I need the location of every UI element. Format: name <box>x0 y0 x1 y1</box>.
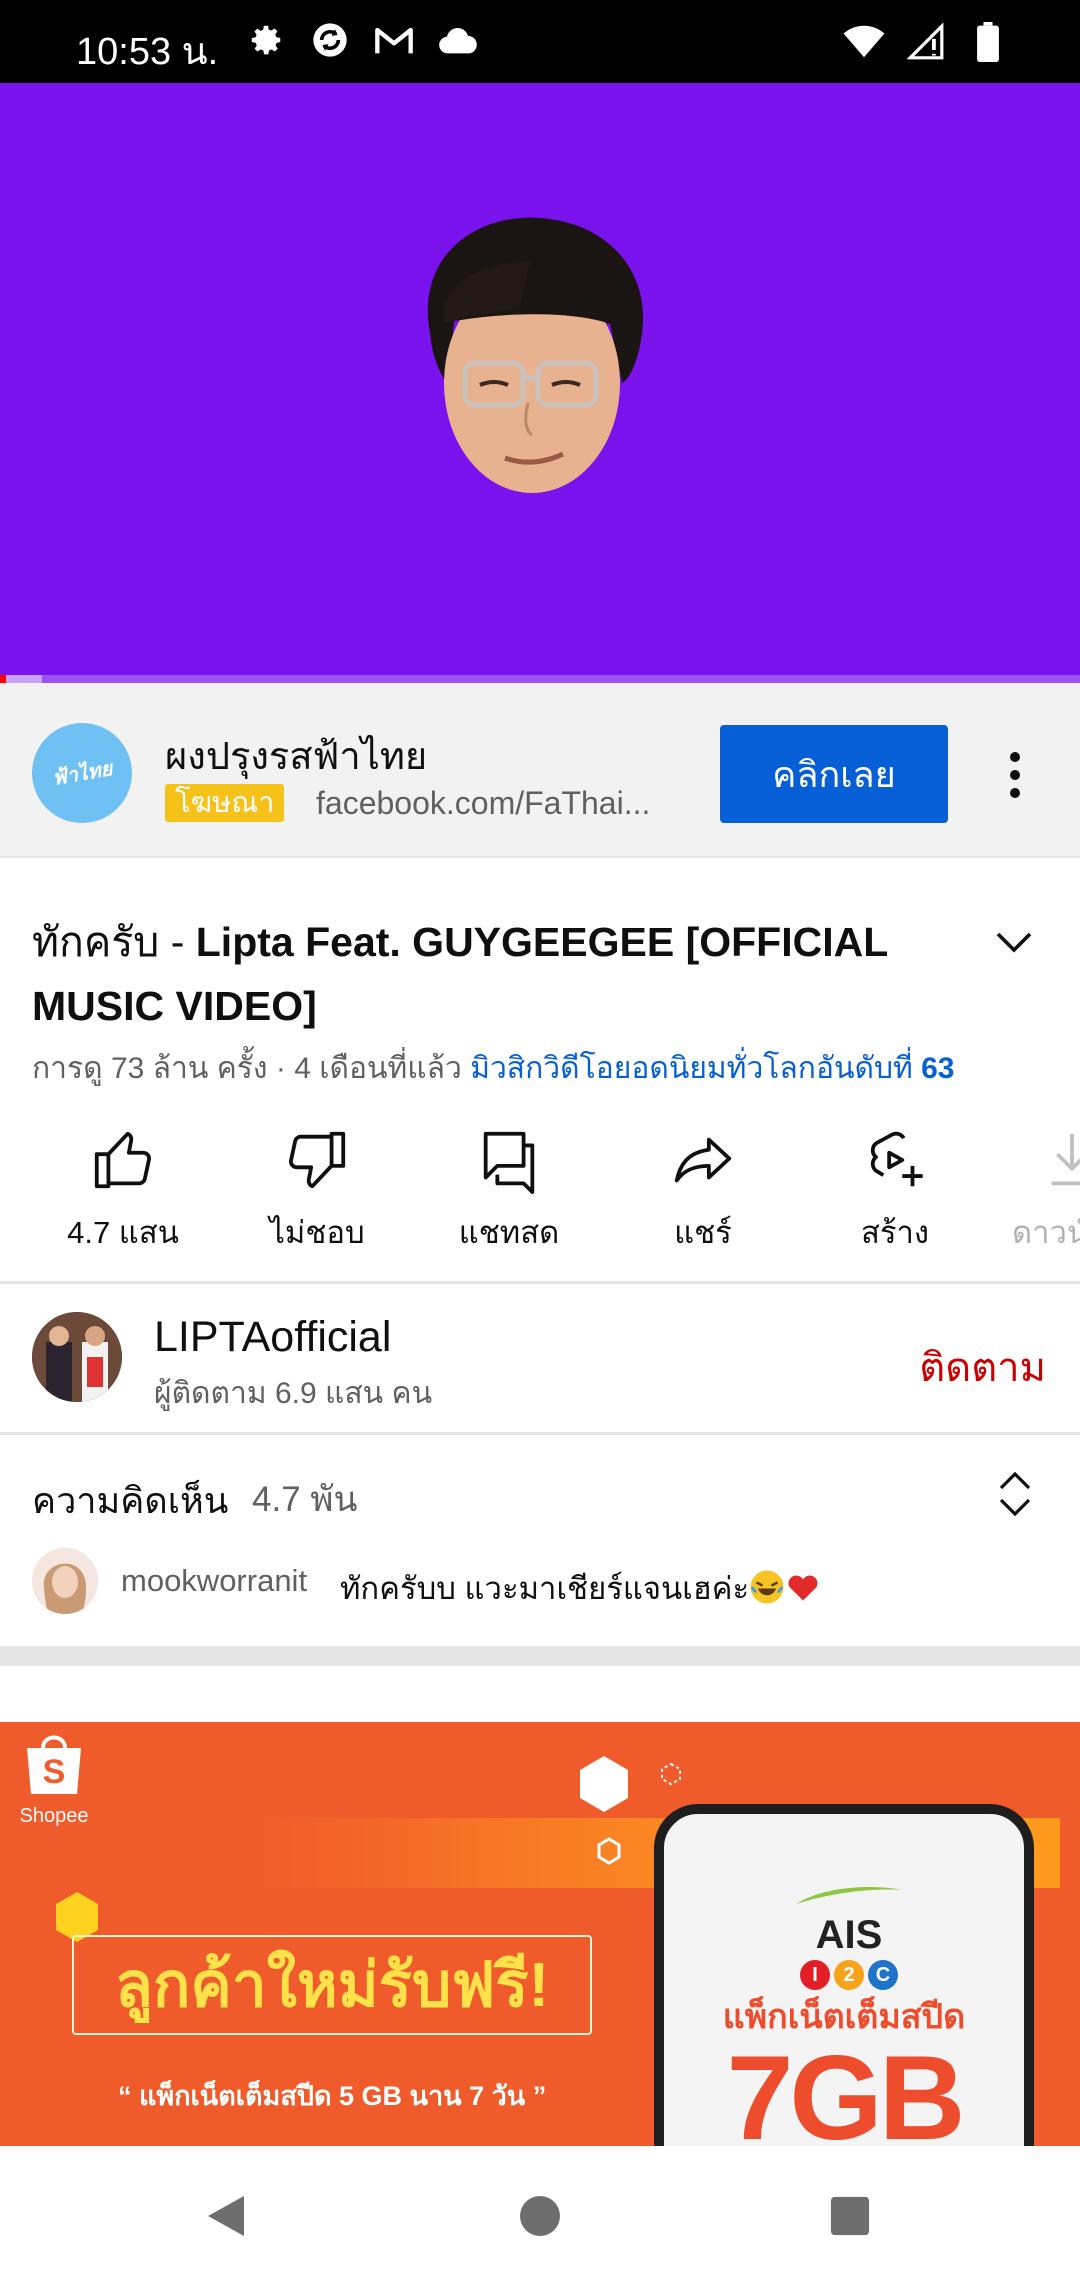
gmail-icon <box>372 18 416 62</box>
red-heart-icon <box>788 1575 818 1601</box>
like-button[interactable]: 4.7 แสน <box>28 1125 218 1257</box>
video-frame-face <box>427 217 644 493</box>
download-button[interactable]: ดาวน์ <box>992 1125 1080 1257</box>
video-progress-bar[interactable] <box>0 675 1080 683</box>
video-title[interactable]: ทักครับ - Lipta Feat. GUYGEEGEE [OFFICIA… <box>32 910 962 1038</box>
video-player[interactable] <box>0 83 1080 683</box>
download-label: ดาวน์ <box>1012 1215 1080 1250</box>
gear-icon <box>244 18 288 62</box>
expand-icon[interactable] <box>995 1470 1035 1518</box>
ais-logo: AIS I 2 C <box>774 1884 924 1990</box>
like-count: 4.7 แสน <box>67 1215 179 1250</box>
trending-rank: 63 <box>921 1052 955 1085</box>
upload-age: 4 เดือนที่แล้ว <box>294 1052 462 1085</box>
ais-text: AIS <box>815 1913 883 1957</box>
live-chat-icon <box>483 1131 535 1194</box>
thumbs-down-icon <box>289 1131 346 1189</box>
thumbs-up-icon <box>94 1131 151 1189</box>
dislike-button[interactable]: ไม่ชอบ <box>222 1125 412 1257</box>
hexagon-decoration-icon <box>580 1756 628 1812</box>
comment-text: ทักครับบ แวะมาเชียร์แจนเฮค่ะ <box>340 1563 821 1613</box>
video-buffer-fill <box>4 675 42 683</box>
share-button[interactable]: แชร์ <box>608 1125 798 1257</box>
battery-icon <box>966 20 1010 64</box>
sync-icon <box>308 18 352 62</box>
shopee-label: Shopee <box>19 1805 89 1827</box>
promo-subline: “ แพ็กเน็ตเต็มสปีด 5 GB นาน 7 วัน ” <box>118 2081 547 2111</box>
dislike-label: ไม่ชอบ <box>269 1215 365 1250</box>
subscriber-count: ผู้ติดตาม 6.9 แสน คน <box>154 1377 433 1410</box>
video-played-fill <box>0 675 6 683</box>
comment-author[interactable]: mookworranit <box>121 1563 307 1599</box>
trending-text: มิวสิกวิดีโอยอดนิยมทั่วโลกอันดับที่ <box>470 1052 922 1085</box>
action-bar: 4.7 แสน ไม่ชอบ แชทสด แชร์ สร้าง ดาวน์ <box>0 1125 1080 1265</box>
promo-banner[interactable]: S Shopee ลูกค้าใหม่รับฟรี! “ แพ็กเน็ตเต็… <box>0 1722 1080 2146</box>
comment-body: ทักครับบ แวะมาเชียร์แจนเฮค่ะ <box>340 1571 750 1606</box>
video-title-prefix: ทักครับ - <box>32 919 196 965</box>
chevron-down-icon[interactable] <box>990 918 1038 966</box>
section-separator <box>0 1646 1080 1666</box>
share-label: แชร์ <box>674 1215 732 1250</box>
meta-separator: · <box>267 1052 295 1085</box>
ais-badge-2: 2 <box>834 1960 864 1990</box>
share-icon <box>674 1137 732 1183</box>
channel-name[interactable]: LIPTAofficial <box>154 1313 391 1362</box>
advertiser-name[interactable]: ผงปรุงรสฟ้าไทย <box>165 725 427 786</box>
system-nav-bar <box>0 2146 1080 2280</box>
ad-banner[interactable]: ฟ้าไทย ผงปรุงรสฟ้าไทย โฆษณา facebook.com… <box>0 683 1080 858</box>
signal-icon <box>904 20 948 64</box>
status-time: 10:53 น. <box>76 31 219 73</box>
channel-avatar[interactable] <box>32 1312 122 1402</box>
more-options-icon[interactable] <box>990 745 1040 805</box>
shopee-bag-icon: S <box>27 1735 81 1794</box>
cloud-icon <box>436 18 480 62</box>
comments-count: 4.7 พัน <box>252 1480 358 1519</box>
video-metadata[interactable]: การดู 73 ล้าน ครั้ง · 4 เดือนที่แล้ว มิว… <box>32 1045 955 1092</box>
subscribe-button[interactable]: ติดตาม <box>919 1335 1046 1399</box>
ad-cta-button[interactable]: คลิกเลย <box>720 725 948 823</box>
comments-header[interactable]: ความคิดเห็น <box>32 1472 228 1529</box>
live-chat-button[interactable]: แชทสด <box>414 1125 604 1257</box>
wifi-icon <box>842 20 886 64</box>
commenter-avatar[interactable] <box>32 1548 98 1614</box>
home-icon[interactable] <box>510 2186 570 2246</box>
ad-url[interactable]: facebook.com/FaThai... <box>316 785 671 822</box>
phone-illustration: AIS I 2 C แพ็กเน็ตเต็มสปีด 7GB <box>654 1804 1034 2146</box>
trending-link[interactable]: มิวสิกวิดีโอยอดนิยมทั่วโลกอันดับที่ 63 <box>470 1052 954 1085</box>
create-button[interactable]: สร้าง <box>800 1125 990 1257</box>
download-icon <box>1051 1133 1080 1186</box>
hexagon-small-icon <box>597 1837 621 1865</box>
status-bar: 10:53 น. <box>0 0 1080 83</box>
ais-swoosh-icon <box>796 1886 902 1904</box>
phone-promo-amount: 7GB <box>726 2031 966 2146</box>
svg-text:S: S <box>43 1753 66 1791</box>
live-chat-label: แชทสด <box>458 1215 560 1250</box>
promo-headline: ลูกค้าใหม่รับฟรี! <box>72 1935 592 2035</box>
back-icon[interactable] <box>196 2186 256 2246</box>
create-label: สร้าง <box>860 1215 930 1250</box>
divider <box>0 1281 1080 1284</box>
advertiser-avatar[interactable]: ฟ้าไทย <box>32 723 132 823</box>
view-count: การดู 73 ล้าน ครั้ง <box>32 1052 268 1085</box>
laughing-emoji-icon <box>750 1570 784 1604</box>
ais-badge-i: I <box>800 1960 830 1990</box>
divider <box>0 1432 1080 1435</box>
hexagon-outline-icon <box>661 1762 681 1786</box>
advertiser-logo-text: ฟ้าไทย <box>50 757 114 791</box>
recents-icon[interactable] <box>820 2186 880 2246</box>
ais-badge-c: C <box>868 1960 898 1990</box>
shopee-logo: S Shopee <box>14 1728 94 1828</box>
create-icon <box>870 1131 923 1187</box>
ad-badge: โฆษณา <box>165 784 285 822</box>
